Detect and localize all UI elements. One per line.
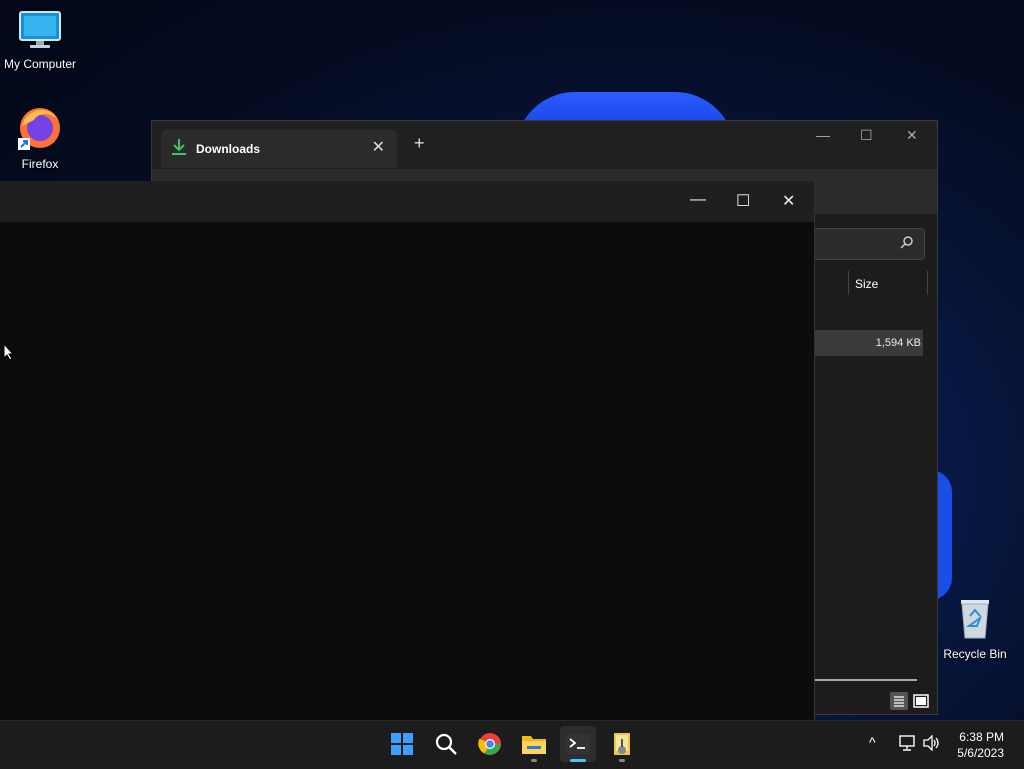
column-header-label: Size: [855, 277, 879, 291]
chrome-icon: [478, 733, 501, 755]
details-view-icon[interactable]: [890, 692, 908, 710]
clock-time: 6:38 PM: [959, 730, 1004, 744]
mouse-cursor-icon: [3, 343, 15, 361]
clock[interactable]: 6:38 PM 5/6/2023: [957, 729, 1004, 761]
firefox-icon: [18, 108, 60, 150]
explorer-titlebar[interactable]: Downloads ✕ + — ☐ ✕: [152, 121, 937, 169]
start-button[interactable]: [384, 726, 420, 762]
network-icon[interactable]: [899, 735, 917, 751]
close-button[interactable]: ✕: [782, 191, 795, 211]
file-size-cell: 1,594 KB: [875, 337, 921, 349]
taskbar-chrome[interactable]: [472, 726, 508, 762]
terminal-content[interactable]: [0, 222, 814, 720]
monitor-icon: [19, 11, 61, 48]
search-icon: [435, 733, 457, 755]
taskbar-file-explorer[interactable]: [516, 726, 552, 762]
file-explorer-icon: [522, 736, 546, 754]
desktop-icon-label: Recycle Bin: [943, 647, 1007, 661]
running-indicator: [531, 759, 537, 762]
tiles-view-icon[interactable]: [912, 692, 930, 710]
running-indicator: [619, 759, 625, 762]
minimize-button[interactable]: —: [816, 127, 830, 143]
start-icon: [391, 733, 413, 755]
taskbar-notepad[interactable]: [604, 726, 640, 762]
tab-close-icon[interactable]: ✕: [372, 137, 385, 157]
taskbar-search-button[interactable]: [428, 726, 464, 762]
volume-icon[interactable]: [923, 735, 941, 751]
search-icon: [900, 236, 913, 249]
terminal-icon: [566, 734, 590, 754]
column-header-size[interactable]: Size: [848, 271, 929, 295]
desktop-icon-firefox[interactable]: Firefox: [0, 104, 80, 171]
download-icon: [172, 139, 186, 155]
terminal-window[interactable]: — ☐ ✕: [0, 181, 815, 720]
column-divider: [927, 271, 928, 295]
close-button[interactable]: ✕: [906, 127, 918, 144]
new-tab-button[interactable]: +: [414, 133, 425, 154]
desktop-icon-recycle-bin[interactable]: Recycle Bin: [935, 596, 1015, 661]
recycle-bin-icon: [961, 600, 989, 639]
desktop-icon-my-computer[interactable]: My Computer: [0, 10, 80, 71]
desktop-icon-label: My Computer: [3, 57, 77, 71]
tab-title: Downloads: [196, 142, 261, 156]
clock-date: 5/6/2023: [957, 746, 1004, 760]
active-indicator: [570, 759, 586, 762]
maximize-button[interactable]: ☐: [860, 127, 873, 144]
tab-downloads[interactable]: Downloads ✕: [161, 130, 397, 168]
desktop-icon-label: Firefox: [21, 157, 59, 171]
terminal-titlebar[interactable]: — ☐ ✕: [0, 181, 814, 222]
notepad-icon: [614, 733, 630, 755]
table-row[interactable]: 1,594 KB: [812, 330, 923, 356]
horizontal-scrollbar[interactable]: [812, 679, 917, 681]
tray-overflow-chevron-icon[interactable]: ^: [869, 734, 876, 750]
minimize-button[interactable]: —: [690, 191, 706, 209]
taskbar-terminal[interactable]: [560, 726, 596, 762]
maximize-button[interactable]: ☐: [736, 191, 750, 211]
